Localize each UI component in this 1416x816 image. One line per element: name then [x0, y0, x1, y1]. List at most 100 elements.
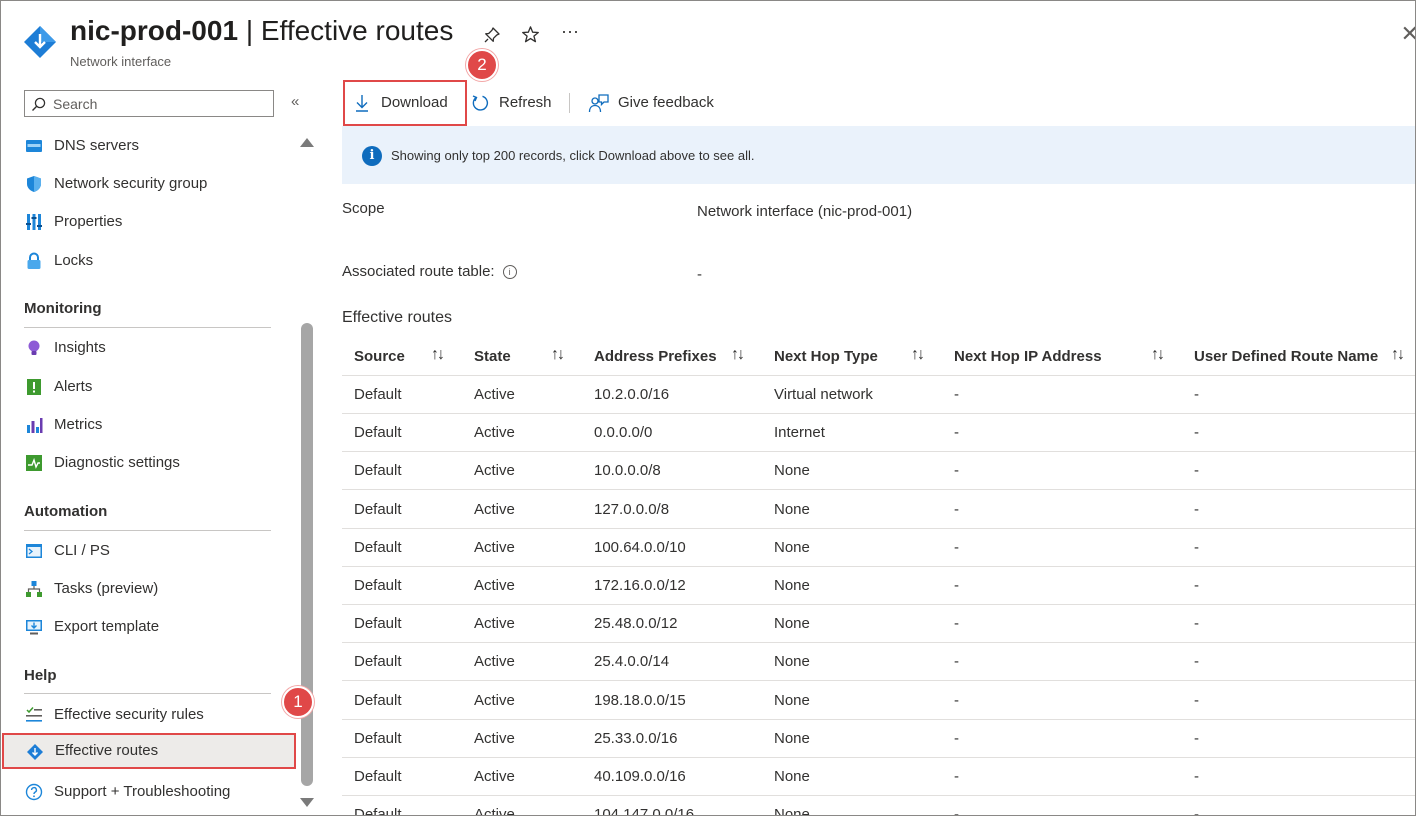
cell-next-hop-ip: -: [954, 653, 959, 671]
table-row[interactable]: Default Active 40.109.0.0/16 None - -: [342, 758, 1415, 796]
cell-udr-name: -: [1194, 424, 1199, 442]
sort-icon[interactable]: ↑↓: [551, 346, 565, 364]
cell-source: Default: [354, 729, 402, 747]
nav-item-label: Effective security rules: [54, 706, 204, 723]
nav-item-metrics[interactable]: Metrics: [1, 407, 297, 443]
cell-source: Default: [354, 577, 402, 594]
info-tooltip-icon[interactable]: i: [502, 265, 517, 279]
table-row[interactable]: Default Active 10.0.0.0/8 None - -: [342, 452, 1415, 491]
metrics-icon: [27, 418, 43, 433]
column-header-source[interactable]: Source ↑↓: [342, 337, 462, 375]
table-row[interactable]: Default Active 198.18.0.0/15 None - -: [342, 682, 1415, 720]
cell-address-prefix: 198.18.0.0/15: [594, 691, 686, 709]
export-template-icon: [26, 620, 42, 635]
download-button[interactable]: Download: [354, 91, 454, 117]
table-row[interactable]: Default Active 100.64.0.0/10 None - -: [342, 529, 1415, 567]
cell-next-hop-ip: -: [954, 806, 959, 816]
nav-item-effective-routes[interactable]: Effective routes: [2, 733, 296, 769]
nav-item-effective-security-rules[interactable]: Effective security rules: [1, 697, 297, 733]
cell-source: Default: [354, 768, 402, 785]
column-header-next-hop-ip[interactable]: Next Hop IP Address ↑↓: [942, 337, 1182, 375]
column-header-udr-name[interactable]: User Defined Route Name ↑↓: [1182, 337, 1415, 375]
cell-next-hop-type: None: [774, 462, 810, 480]
cell-udr-name: -: [1194, 768, 1199, 785]
cell-address-prefix: 40.109.0.0/16: [594, 768, 686, 785]
search-icon: [32, 97, 46, 111]
table-row[interactable]: Default Active 25.48.0.0/12 None - -: [342, 605, 1415, 644]
table-row[interactable]: Default Active 172.16.0.0/12 None - -: [342, 567, 1415, 605]
column-header-next-hop-type[interactable]: Next Hop Type ↑↓: [762, 337, 942, 375]
cell-state: Active: [474, 806, 515, 816]
cell-next-hop-type: None: [774, 691, 810, 709]
diagnostic-settings-icon: [26, 455, 42, 471]
cli-icon: [26, 544, 42, 558]
cell-source: Default: [354, 653, 402, 671]
cell-next-hop-type: None: [774, 500, 810, 518]
route-table-label: Associated route table:: [342, 263, 495, 280]
cell-source: Default: [354, 424, 402, 442]
cell-address-prefix: 25.4.0.0/14: [594, 653, 670, 671]
nav-item-label: Export template: [54, 618, 160, 635]
section-heading-automation: Automation: [24, 503, 108, 520]
sort-icon[interactable]: ↑↓: [731, 346, 745, 364]
table-row[interactable]: Default Active 127.0.0.0/8 None - -: [342, 491, 1415, 529]
cell-state: Active: [474, 577, 515, 594]
refresh-button[interactable]: Refresh: [470, 91, 560, 117]
nav-item-export-template[interactable]: Export template: [1, 609, 297, 645]
cell-address-prefix: 10.2.0.0/16: [594, 386, 670, 403]
nav-item-dns-servers[interactable]: DNS servers: [1, 128, 297, 164]
refresh-icon: [472, 95, 489, 111]
column-header-address-prefixes[interactable]: Address Prefixes ↑↓: [582, 337, 762, 375]
cell-udr-name: -: [1194, 615, 1199, 633]
cell-state: Active: [474, 653, 515, 671]
section-heading-monitoring: Monitoring: [24, 300, 102, 317]
nav-item-label: DNS servers: [54, 137, 140, 154]
scroll-up-arrow[interactable]: [300, 138, 314, 147]
cell-source: Default: [354, 691, 402, 709]
column-header-state[interactable]: State ↑↓: [462, 337, 582, 375]
nav-item-alerts[interactable]: Alerts: [1, 369, 297, 405]
search-field[interactable]: [24, 90, 274, 117]
sort-icon[interactable]: ↑↓: [1391, 346, 1405, 364]
sort-icon[interactable]: ↑↓: [431, 346, 445, 364]
nav-item-properties[interactable]: Properties: [1, 204, 297, 240]
tasks-icon: [26, 581, 42, 597]
cell-address-prefix: 172.16.0.0/12: [594, 577, 686, 594]
effective-security-rules-icon: [26, 707, 42, 722]
table-row[interactable]: Default Active 0.0.0.0/0 Internet - -: [342, 414, 1415, 453]
pin-icon[interactable]: [483, 26, 501, 44]
table-row[interactable]: Default Active 104.147.0.0/16 None - -: [342, 796, 1415, 816]
nav-item-insights[interactable]: Insights: [1, 330, 297, 366]
sort-icon[interactable]: ↑↓: [911, 346, 925, 364]
cell-next-hop-ip: -: [954, 500, 959, 518]
star-icon[interactable]: [521, 25, 540, 44]
cell-state: Active: [474, 768, 515, 785]
section-divider: [24, 693, 271, 694]
collapse-nav-icon[interactable]: «: [291, 93, 299, 110]
nav-item-tasks-preview[interactable]: Tasks (preview): [1, 571, 297, 607]
cell-next-hop-ip: -: [954, 538, 959, 556]
cell-address-prefix: 0.0.0.0/0: [594, 424, 653, 442]
cell-address-prefix: 100.64.0.0/10: [594, 538, 686, 556]
nav-item-network-security-group[interactable]: Network security group: [1, 166, 297, 202]
nav-item-label: CLI / PS: [54, 542, 110, 559]
sort-icon[interactable]: ↑↓: [1151, 346, 1165, 364]
info-icon: i: [362, 146, 382, 166]
give-feedback-label: Give feedback: [618, 94, 714, 111]
cell-source: Default: [354, 386, 402, 403]
table-row[interactable]: Default Active 10.2.0.0/16 Virtual network -…: [342, 376, 1415, 414]
nav-item-label: Tasks (preview): [54, 580, 159, 597]
close-icon[interactable]: ✕: [1401, 21, 1415, 47]
table-row[interactable]: Default Active 25.4.0.0/14 None - -: [342, 643, 1415, 682]
nav-item-support-troubleshooting[interactable]: Support + Troubleshooting: [1, 774, 297, 810]
nav-item-cli-ps[interactable]: CLI / PS: [1, 533, 297, 569]
nav-item-locks[interactable]: Locks: [1, 243, 297, 279]
table-row[interactable]: Default Active 25.33.0.0/16 None - -: [342, 720, 1415, 758]
search-input[interactable]: [53, 94, 263, 113]
give-feedback-button[interactable]: Give feedback: [588, 91, 728, 117]
nav-item-diagnostic-settings[interactable]: Diagnostic settings: [1, 445, 297, 481]
more-icon[interactable]: ···: [561, 21, 579, 42]
resource-type-subtitle: Network interface: [70, 54, 172, 69]
cell-udr-name: -: [1194, 577, 1199, 594]
scroll-down-arrow[interactable]: [300, 798, 314, 807]
